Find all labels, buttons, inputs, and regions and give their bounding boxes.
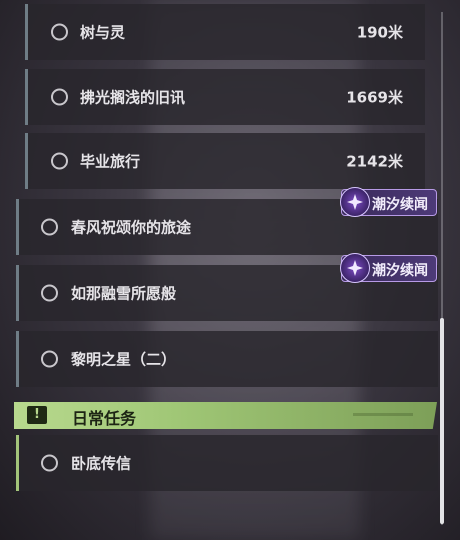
quest-label: 毕业旅行 [80, 152, 141, 171]
quest-label: 卧底传信 [71, 454, 132, 473]
quest-distance: 2142米 [346, 152, 403, 171]
quest-status-circle-icon [51, 88, 68, 106]
event-badge-label: 潮汐续闻 [372, 197, 428, 213]
quest-status-circle-icon [51, 23, 68, 41]
quest-label: 黎明之星（二） [71, 350, 177, 369]
quest-status-circle-icon [51, 152, 68, 170]
event-badge: 潮汐续闻 [340, 253, 437, 283]
daily-quests-header[interactable]: ! 日常任务 [14, 402, 437, 429]
quest-item[interactable]: 黎明之星（二） [16, 331, 438, 387]
section-title: 日常任务 [72, 409, 137, 428]
quest-item[interactable]: 毕业旅行 2142米 [25, 133, 425, 189]
quest-distance: 190米 [356, 23, 403, 42]
quest-item[interactable]: 树与灵 190米 [25, 4, 425, 60]
sparkle-icon [340, 253, 370, 283]
event-badge: 潮汐续闻 [340, 187, 437, 217]
header-decoration [353, 413, 413, 416]
quest-status-circle-icon [41, 218, 58, 236]
quest-label: 如那融雪所愿般 [71, 284, 177, 303]
quest-status-circle-icon [41, 454, 58, 472]
exclamation-icon: ! [27, 406, 47, 424]
quest-status-circle-icon [41, 350, 58, 368]
quest-distance: 1669米 [346, 88, 403, 107]
quest-label: 春风祝颂你的旅途 [71, 218, 192, 237]
quest-item[interactable]: 拂光搁浅的旧讯 1669米 [25, 69, 425, 125]
sparkle-icon [340, 187, 370, 217]
quest-label: 树与灵 [80, 23, 126, 42]
scrollbar-thumb[interactable] [440, 318, 444, 524]
quest-status-circle-icon [41, 284, 58, 302]
event-badge-label: 潮汐续闻 [372, 263, 428, 279]
quest-item[interactable]: 卧底传信 [16, 435, 438, 491]
quest-label: 拂光搁浅的旧讯 [80, 88, 186, 107]
